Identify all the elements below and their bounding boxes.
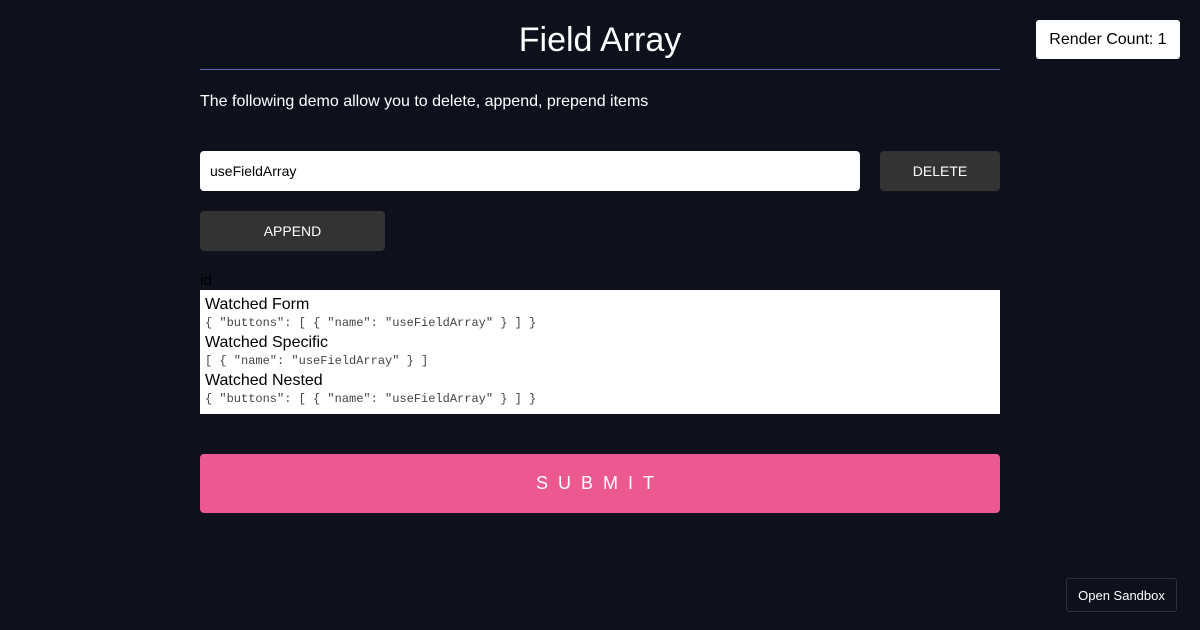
field-name-input[interactable] (200, 151, 860, 191)
watched-form-value: { "buttons": [ { "name": "useFieldArray"… (205, 316, 537, 330)
watched-specific-heading: Watched Specific (205, 334, 329, 351)
title-divider (200, 69, 1000, 70)
watched-specific-value: [ { "name": "useFieldArray" } ] (205, 354, 429, 368)
delete-button[interactable]: Delete (880, 151, 1000, 191)
append-button[interactable]: Append (200, 211, 385, 251)
watched-nested-heading: Watched Nested (205, 372, 323, 389)
page-title: Field Array (518, 21, 682, 59)
watched-nested-value: { "buttons": [ { "name": "useFieldArray"… (205, 392, 537, 406)
id-label: id (200, 272, 212, 289)
watch-output-panel: Watched Form { "buttons": [ { "name": "u… (200, 290, 1000, 414)
page-description: The following demo allow you to delete, … (200, 93, 649, 110)
open-sandbox-button[interactable]: Open Sandbox (1066, 578, 1177, 612)
render-count-badge: Render Count: 1 (1036, 20, 1180, 59)
submit-button[interactable]: Submit (200, 454, 1000, 513)
watched-form-heading: Watched Form (205, 296, 310, 313)
